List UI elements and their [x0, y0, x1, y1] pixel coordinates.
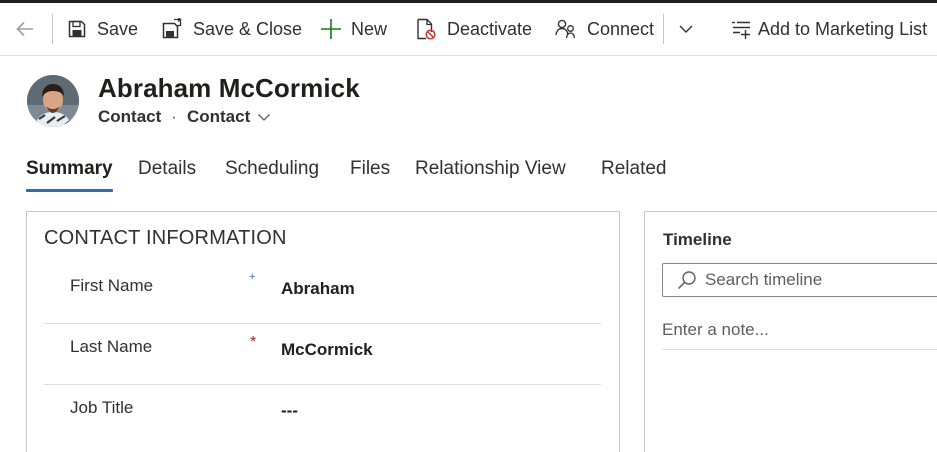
back-button[interactable] — [14, 3, 36, 55]
entity-form-line: Contact · Contact — [98, 107, 271, 127]
timeline-search-box — [662, 263, 937, 297]
record-title: Abraham McCormick — [98, 73, 360, 103]
timeline-title: Timeline — [663, 230, 732, 249]
note-input[interactable] — [662, 320, 932, 340]
connect-button[interactable]: Connect — [555, 3, 654, 55]
field-row-last-name: Last Name * McCormick — [44, 323, 601, 385]
search-icon — [677, 270, 697, 290]
active-tab-indicator — [26, 189, 113, 192]
divider — [663, 14, 664, 44]
deactivate-label: Deactivate — [447, 18, 533, 39]
deactivate-button[interactable]: Deactivate — [415, 3, 532, 55]
add-to-marketing-list-label: Add to Marketing List — [758, 18, 928, 39]
timeline-search-input[interactable] — [705, 270, 937, 290]
command-bar: Save Save & Close New Deactivate Connect — [0, 3, 937, 56]
tab-summary[interactable]: Summary — [26, 158, 113, 186]
entity-name: Contact — [98, 107, 162, 126]
connect-label: Connect — [587, 18, 655, 39]
business-recommended-indicator: + — [249, 271, 256, 283]
new-label: New — [351, 18, 388, 39]
field-label: Last Name — [70, 337, 153, 356]
field-row-job-title: Job Title --- — [44, 384, 601, 445]
timeline-section: Timeline — [644, 211, 937, 452]
plus-icon — [320, 18, 342, 40]
last-name-field[interactable]: McCormick — [281, 340, 373, 360]
more-commands-button[interactable] — [678, 3, 694, 55]
contact-information-section: CONTACT INFORMATION First Name + Abraham… — [26, 211, 620, 452]
form-selector[interactable]: Contact — [187, 107, 271, 127]
add-list-icon — [731, 19, 751, 39]
save-button[interactable]: Save — [67, 3, 138, 55]
field-label: Job Title — [70, 398, 134, 417]
form-name: Contact — [186, 107, 251, 126]
job-title-field[interactable]: --- — [281, 401, 298, 421]
tab-relationship-view[interactable]: Relationship View — [415, 158, 566, 186]
required-indicator: * — [250, 334, 257, 351]
save-icon — [67, 19, 87, 39]
timeline-note-box — [662, 309, 937, 350]
field-row-first-name: First Name + Abraham — [44, 262, 601, 324]
save-label: Save — [97, 18, 139, 39]
new-button[interactable]: New — [320, 3, 387, 55]
first-name-field[interactable]: Abraham — [281, 279, 355, 299]
connect-icon — [555, 18, 577, 40]
chevron-down-icon — [257, 110, 271, 124]
avatar — [27, 75, 79, 127]
tab-details[interactable]: Details — [138, 158, 196, 186]
save-close-label: Save & Close — [193, 18, 303, 39]
save-close-button[interactable]: Save & Close — [161, 3, 302, 55]
separator-dot: · — [171, 107, 177, 126]
chevron-down-icon — [678, 21, 694, 37]
tab-related[interactable]: Related — [601, 158, 667, 186]
save-close-icon — [161, 18, 183, 40]
arrow-left-icon — [14, 18, 36, 40]
divider — [52, 14, 53, 44]
section-title: CONTACT INFORMATION — [44, 227, 287, 249]
add-to-marketing-list-button[interactable]: Add to Marketing List — [731, 3, 927, 55]
deactivate-icon — [415, 18, 437, 40]
tab-files[interactable]: Files — [350, 158, 390, 186]
tab-scheduling[interactable]: Scheduling — [225, 158, 319, 186]
field-label: First Name — [70, 276, 154, 295]
